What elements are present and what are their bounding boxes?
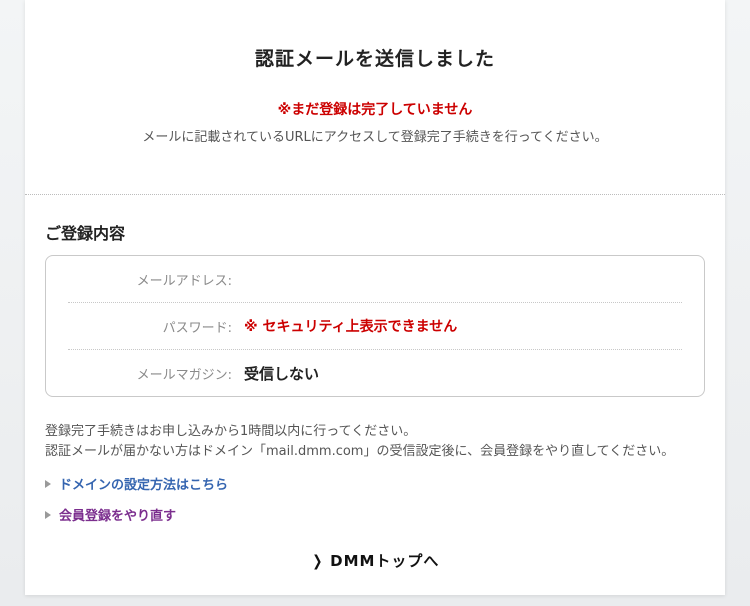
arrow-right-icon xyxy=(45,510,51,519)
registration-details-box: メールアドレス: パスワード: ※ セキュリティ上表示できません メールマガジン… xyxy=(45,255,705,397)
note-domain-setting: 認証メールが届かない方はドメイン「mail.dmm.com」の受信設定後に、会員… xyxy=(45,444,675,460)
email-label: メールアドレス: xyxy=(136,273,232,289)
section-divider xyxy=(25,194,725,195)
dmm-top-link-wrap: ❯ DMMトップへ xyxy=(25,550,725,571)
chevron-right-icon: ❯ xyxy=(311,552,323,571)
dmm-top-link[interactable]: ❯ DMMトップへ xyxy=(311,552,440,570)
main-card: 認証メールを送信しました ※まだ登録は完了していません メールに記載されているU… xyxy=(25,0,725,596)
redo-registration-link-row: 会員登録をやり直す xyxy=(45,505,705,524)
password-label: パスワード: xyxy=(162,320,232,336)
mail-magazine-value: 受信しない xyxy=(244,364,320,383)
email-row: メールアドレス: xyxy=(46,256,704,302)
domain-settings-link-row: ドメインの設定方法はこちら xyxy=(45,474,705,493)
note-time-limit: 登録完了手続きはお申し込みから1時間以内に行ってください。 xyxy=(45,424,417,439)
mail-magazine-label: メールマガジン: xyxy=(136,367,232,383)
password-value: ※ セキュリティ上表示できません xyxy=(244,319,458,335)
domain-settings-link[interactable]: ドメインの設定方法はこちら xyxy=(59,474,228,493)
password-row: パスワード: ※ セキュリティ上表示できません xyxy=(46,303,704,349)
registration-incomplete-warning: ※まだ登録は完了していません xyxy=(277,102,473,118)
verification-instruction: メールに記載されているURLにアクセスして登録完了手続きを行ってください。 xyxy=(142,130,608,145)
mail-magazine-row: メールマガジン: 受信しない xyxy=(46,350,704,396)
registration-details-heading: ご登録内容 xyxy=(45,224,126,243)
completion-notes: 登録完了手続きはお申し込みから1時間以内に行ってください。 認証メールが届かない… xyxy=(45,422,705,462)
page-title: 認証メールを送信しました xyxy=(254,48,495,70)
arrow-right-icon xyxy=(45,479,51,488)
dmm-top-link-label: DMMトップへ xyxy=(330,552,440,571)
redo-registration-link[interactable]: 会員登録をやり直す xyxy=(59,505,176,524)
